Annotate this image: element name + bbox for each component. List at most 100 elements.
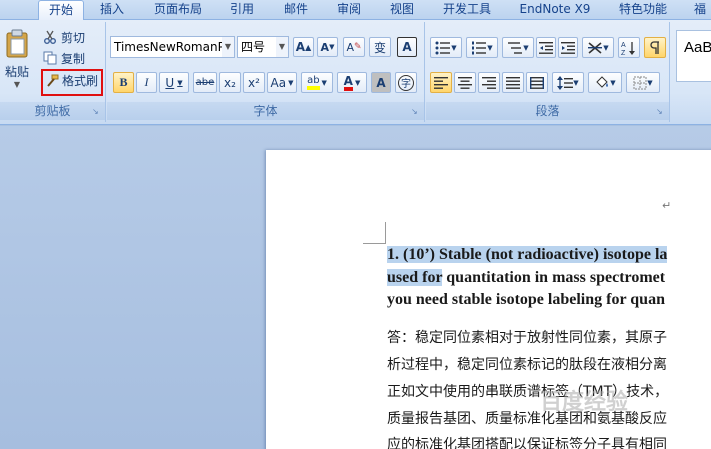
font-family-dropdown-icon[interactable]: ▼ — [222, 37, 234, 57]
tab-special-features[interactable]: 特色功能 — [612, 0, 674, 20]
tab-overflow[interactable]: 福 — [690, 0, 710, 20]
clipboard-icon — [6, 29, 28, 58]
font-group: TimesNewRomanP ▼ 四号 ▼ A ▲ A ▼ A ✎ 变 A B I U… — [107, 22, 425, 122]
numbering-button[interactable]: ▼ — [466, 37, 498, 58]
show-marks-button[interactable] — [644, 37, 666, 58]
sort-button[interactable]: A Z — [618, 37, 640, 58]
tab-page-layout[interactable]: 页面布局 — [145, 0, 211, 20]
answer-line-5[interactable]: 应的标准化基团搭配以保证标签分子具有相同 — [387, 434, 667, 449]
grow-arrow-icon: ▲ — [305, 42, 312, 52]
char-border-button[interactable]: A — [397, 37, 417, 57]
font-size-dropdown-icon[interactable]: ▼ — [276, 37, 288, 57]
tab-developer[interactable]: 开发工具 — [436, 0, 498, 20]
question-line-1[interactable]: 1. (10’) Stable (not radioactive) isotop… — [387, 244, 668, 266]
underline-dropdown-icon: ▼ — [177, 78, 183, 87]
paragraph-group: ▼ ▼ ▼ ▼ A Z ▼ ▼ ▼ 段落 ↘ — [426, 22, 670, 122]
borders-button[interactable]: ▼ — [626, 72, 660, 93]
shading-button[interactable]: ▼ — [588, 72, 622, 93]
paste-button[interactable]: 粘贴 ▼ — [2, 24, 32, 98]
copy-button[interactable]: 复制 — [40, 49, 100, 67]
underline-button[interactable]: U ▼ — [159, 72, 189, 93]
font-color-button[interactable]: A ▼ — [337, 72, 367, 93]
eraser-icon: ✎ — [353, 42, 362, 52]
bullets-dropdown-icon: ▼ — [451, 43, 457, 52]
superscript-button[interactable]: x² — [243, 72, 265, 93]
margin-corner-horizontal — [363, 243, 385, 244]
clipboard-launcher-icon[interactable]: ↘ — [92, 107, 102, 117]
answer-line-2[interactable]: 析过程中，稳定同位素标记的肽段在液相分离 — [387, 354, 667, 376]
change-case-label: Aa — [270, 75, 287, 90]
style-preview-text: AaB — [684, 39, 711, 56]
underline-label: U — [165, 75, 175, 90]
question-line-1-selected: 1. (10’) Stable (not radioactive) isotop… — [387, 246, 668, 263]
highlight-button[interactable]: ab ▼ — [301, 72, 333, 93]
tab-references[interactable]: 引用 — [222, 0, 262, 20]
paragraph-launcher-icon[interactable]: ↘ — [656, 107, 666, 117]
align-right-button[interactable] — [478, 72, 500, 93]
italic-label: I — [144, 75, 149, 89]
multilevel-list-button[interactable]: ▼ — [502, 37, 534, 58]
chinese-layout-button[interactable]: ▼ — [582, 37, 614, 58]
change-case-dropdown-icon: ▼ — [288, 78, 294, 87]
enclose-char-button[interactable]: 字 — [395, 72, 417, 93]
justify-icon — [506, 76, 520, 89]
change-case-button[interactable]: Aa ▼ — [267, 72, 297, 93]
superscript-label: x² — [248, 75, 260, 90]
tab-home[interactable]: 开始 — [38, 0, 84, 21]
question-line-2[interactable]: used for quantitation in mass spectromet — [387, 267, 665, 289]
tab-endnote[interactable]: EndNote X9 — [512, 0, 598, 20]
question-line-3[interactable]: you need stable isotope labeling for qua… — [387, 289, 665, 311]
char-border-label: A — [402, 40, 412, 54]
tab-view[interactable]: 视图 — [382, 0, 422, 20]
strikethrough-button[interactable]: abe — [193, 72, 217, 93]
paint-bucket-icon — [596, 75, 609, 88]
char-shading-button[interactable]: A — [371, 72, 391, 93]
answer-line-1[interactable]: 答：稳定同位素相对于放射性同位素，其原子 — [387, 327, 667, 349]
format-painter-highlight-box — [41, 69, 103, 96]
font-size-value: 四号 — [241, 40, 266, 54]
header-paragraph-mark: ↵ — [662, 199, 672, 212]
shrink-font-button[interactable]: A ▼ — [317, 37, 338, 57]
align-center-button[interactable] — [454, 72, 476, 93]
highlight-dropdown-icon: ▼ — [321, 78, 327, 87]
highlight-label: ab — [307, 75, 320, 90]
bold-button[interactable]: B — [113, 72, 134, 93]
margin-corner-vertical — [385, 222, 386, 244]
align-left-button[interactable] — [430, 72, 452, 93]
increase-indent-button[interactable] — [558, 37, 578, 58]
chinese-layout-icon — [588, 41, 603, 54]
font-family-combo[interactable]: TimesNewRomanP ▼ — [110, 36, 235, 58]
bold-label: B — [119, 75, 128, 89]
font-launcher-icon[interactable]: ↘ — [411, 107, 421, 117]
subscript-label: x₂ — [224, 75, 236, 90]
question-line-2-rest: quantitation in mass spectromet — [442, 269, 666, 286]
line-spacing-button[interactable]: ▼ — [552, 72, 584, 93]
font-size-combo[interactable]: 四号 ▼ — [237, 36, 289, 58]
style-gallery-item[interactable]: AaB — [676, 30, 711, 82]
grow-font-button[interactable]: A ▲ — [293, 37, 314, 57]
justify-button[interactable] — [502, 72, 524, 93]
phonetic-guide-button[interactable]: 变 — [369, 37, 391, 57]
decrease-indent-button[interactable] — [536, 37, 556, 58]
border-grid-icon — [633, 76, 647, 89]
decrease-indent-icon — [539, 41, 553, 54]
shading-dropdown-icon: ▼ — [610, 78, 616, 87]
align-center-icon — [458, 76, 472, 89]
italic-button[interactable]: I — [136, 72, 157, 93]
clear-format-button[interactable]: A ✎ — [343, 37, 365, 57]
tab-mailings[interactable]: 邮件 — [276, 0, 316, 20]
tab-review[interactable]: 审阅 — [329, 0, 369, 20]
shrink-font-label: A — [320, 40, 330, 54]
cut-label: 剪切 — [61, 30, 86, 45]
bullet-list-icon — [435, 41, 451, 54]
paragraph-group-label: 段落 — [426, 102, 669, 120]
subscript-button[interactable]: x₂ — [219, 72, 241, 93]
paragraph-mark-icon — [650, 40, 659, 54]
bullets-button[interactable]: ▼ — [430, 37, 462, 58]
scissors-icon — [44, 30, 56, 44]
tab-insert[interactable]: 插入 — [92, 0, 132, 20]
increase-indent-icon — [561, 41, 575, 54]
numbered-list-icon — [472, 41, 487, 54]
distribute-button[interactable] — [526, 72, 548, 93]
cut-button[interactable]: 剪切 — [40, 28, 100, 46]
